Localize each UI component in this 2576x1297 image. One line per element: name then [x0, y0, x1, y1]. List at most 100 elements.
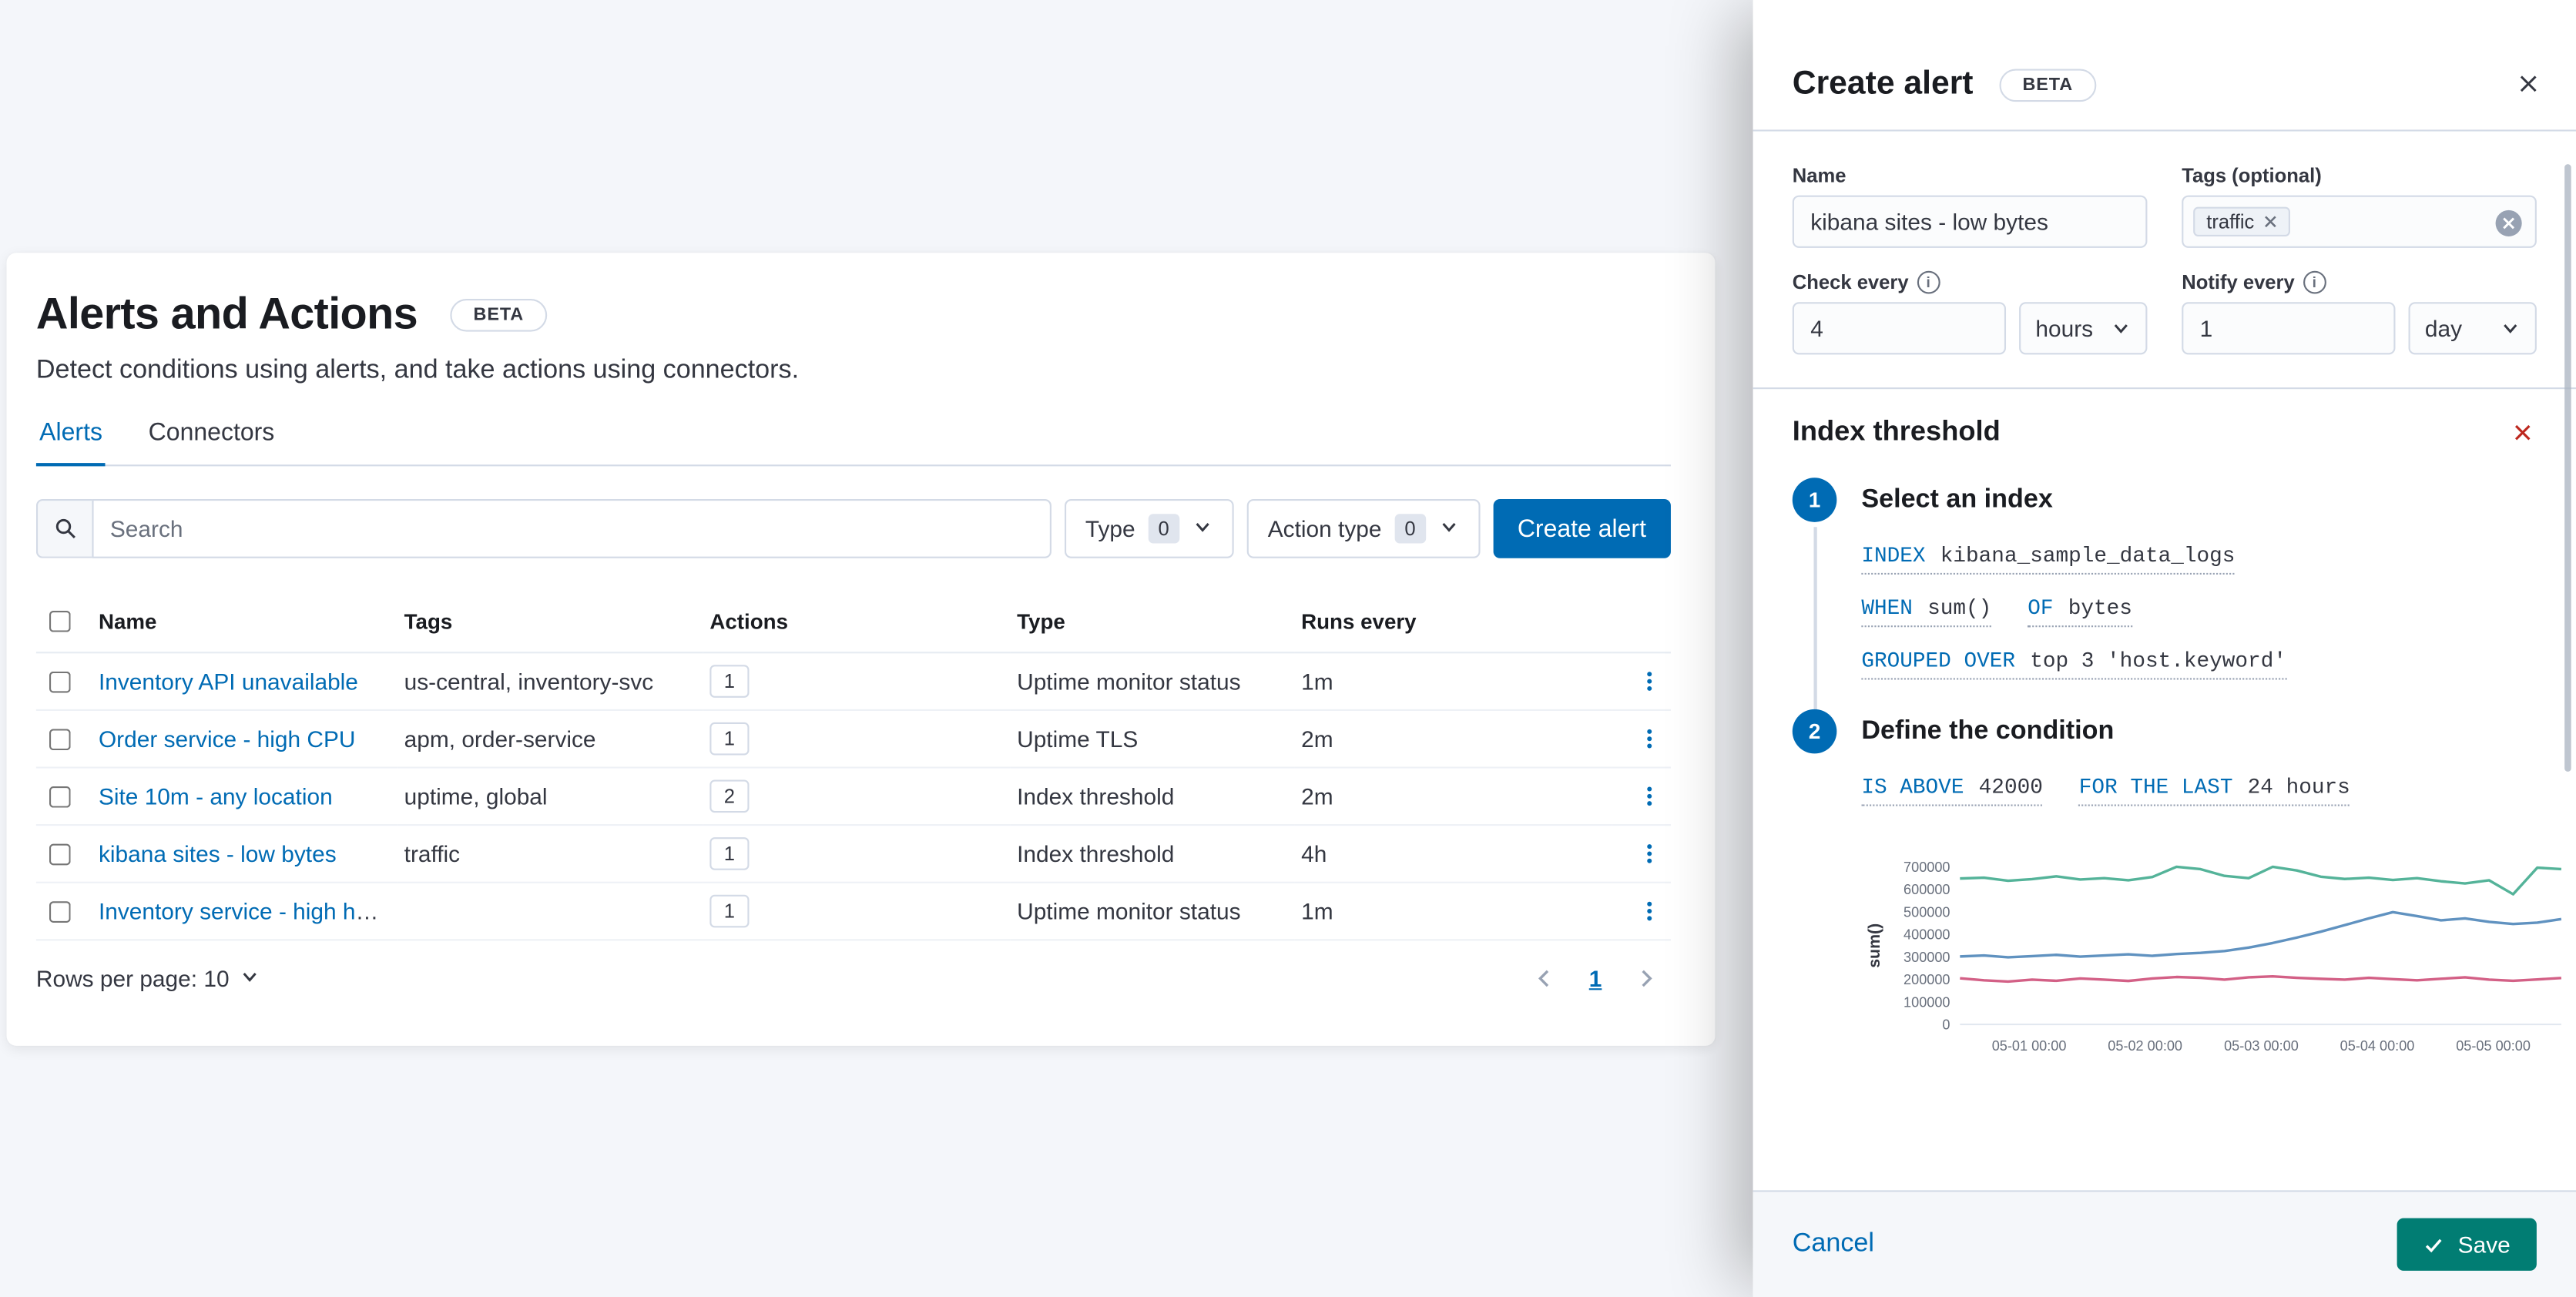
actions-count-badge: 1: [709, 837, 750, 870]
screen: Alerts and Actions BETA Detect condition…: [0, 0, 2576, 1297]
alert-name-link[interactable]: Inventory API unavailable: [99, 669, 358, 695]
svg-text:05-04 00:00: 05-04 00:00: [2340, 1038, 2415, 1054]
cell-tags: uptime, global: [397, 767, 703, 826]
check-every-unit-select[interactable]: hours: [2019, 302, 2148, 355]
rows-per-page-button[interactable]: Rows per page: 10: [36, 965, 259, 991]
pagination: 1: [1533, 965, 1658, 991]
alert-name-link[interactable]: Site 10m - any location: [99, 783, 333, 809]
when-expression[interactable]: WHEN sum(): [1861, 596, 1992, 628]
chevron-down-icon: [2114, 324, 2128, 333]
alert-name-input[interactable]: [1792, 195, 2148, 248]
rows-per-page-label: Rows per page: 10: [35, 965, 230, 992]
flyout-footer: Cancel Save: [1753, 1190, 2576, 1297]
alert-steps: 1 Select an index INDEX kibana_sample_dat…: [1792, 478, 2562, 1098]
grouped-over-expression[interactable]: GROUPED OVER top 3 'host.keyword': [1861, 648, 2286, 680]
of-expression[interactable]: OF bytes: [2028, 596, 2132, 628]
svg-text:05-02 00:00: 05-02 00:00: [2108, 1038, 2182, 1054]
table-row: Inventory service - high heap 1 Uptime mon…: [35, 882, 1671, 941]
row-checkbox[interactable]: [49, 900, 71, 922]
filter-type-count-badge: 0: [1148, 514, 1179, 544]
cell-runs-every: 2m: [1294, 767, 1612, 826]
filter-action-type-count-badge: 0: [1394, 514, 1426, 544]
filter-type-label: Type: [1085, 515, 1135, 542]
search-icon: [35, 499, 92, 558]
svg-text:05-01 00:00: 05-01 00:00: [1992, 1038, 2067, 1054]
info-icon: i: [1917, 270, 1940, 294]
alert-type-title: Index threshold: [1792, 415, 2001, 447]
svg-text:0: 0: [1942, 1017, 1950, 1033]
row-actions-menu-icon[interactable]: [1635, 723, 1664, 752]
row-actions-menu-icon[interactable]: [1635, 896, 1664, 925]
tag-chip[interactable]: traffic: [2193, 206, 2291, 236]
row-checkbox[interactable]: [49, 728, 71, 750]
actions-count-badge: 1: [709, 665, 750, 698]
alert-name-link[interactable]: kibana sites - low bytes: [99, 840, 337, 866]
page-title: Alerts and Actions: [35, 289, 418, 339]
row-actions-menu-icon[interactable]: [1635, 781, 1664, 810]
step-number: 2: [1792, 709, 1837, 754]
close-icon[interactable]: [2514, 69, 2543, 99]
table-row: kibana sites - low bytes traffic 1 Index th…: [35, 825, 1671, 883]
alert-name-link[interactable]: Inventory service - high heap: [99, 898, 394, 924]
create-alert-button[interactable]: Create alert: [1492, 499, 1671, 558]
cell-tags: traffic: [397, 825, 703, 883]
cell-tags: [397, 882, 703, 941]
row-checkbox[interactable]: [49, 785, 71, 807]
row-actions-menu-icon[interactable]: [1635, 838, 1664, 867]
row-actions-menu-icon[interactable]: [1635, 665, 1664, 695]
svg-text:sum(): sum(): [1865, 923, 1883, 968]
page-subtitle: Detect conditions using alerts, and take…: [35, 356, 800, 384]
beta-badge: BETA: [450, 297, 547, 331]
index-expression[interactable]: INDEX kibana_sample_data_logs: [1861, 544, 2236, 575]
save-label: Save: [2457, 1231, 2511, 1258]
row-checkbox[interactable]: [49, 670, 71, 692]
row-checkbox[interactable]: [49, 843, 71, 865]
save-button[interactable]: Save: [2397, 1218, 2537, 1271]
flyout-scrollbar[interactable]: [2564, 164, 2571, 772]
filter-action-type-button[interactable]: Action type 0: [1246, 499, 1480, 558]
header-type: Type: [1010, 591, 1295, 654]
cell-runs-every: 1m: [1294, 652, 1612, 711]
svg-text:200000: 200000: [1903, 972, 1950, 987]
threshold-expression[interactable]: IS ABOVE 42000: [1861, 775, 2043, 806]
cancel-button[interactable]: Cancel: [1793, 1230, 1874, 1259]
check-every-input[interactable]: [1792, 302, 2007, 355]
next-page-icon[interactable]: [1635, 967, 1658, 990]
step-define-condition: 2 Define the condition IS ABOVE 42000 FOR…: [1792, 709, 2562, 1098]
select-all-checkbox[interactable]: [49, 610, 71, 632]
tab-connectors[interactable]: Connectors: [145, 419, 277, 465]
tab-alerts[interactable]: Alerts: [35, 419, 106, 467]
flyout-title: Create alert: [1792, 65, 1974, 102]
svg-text:700000: 700000: [1903, 860, 1950, 875]
time-window-expression[interactable]: FOR THE LAST 24 hours: [2078, 775, 2350, 806]
page-number[interactable]: 1: [1589, 965, 1602, 991]
table-row: Order service - high CPU apm, order-servi…: [35, 709, 1671, 769]
flyout-header: Create alert BETA: [1753, 0, 2576, 132]
filter-type-button[interactable]: Type 0: [1064, 499, 1233, 558]
alert-name-link[interactable]: Order service - high CPU: [99, 726, 356, 752]
beta-badge: BETA: [1999, 68, 2096, 102]
alerts-table: Name Tags Actions Type Runs every Invent…: [35, 591, 1671, 941]
flyout-body: Name Tags (optional) traffic: [1753, 132, 2576, 1191]
search-input[interactable]: [92, 499, 1052, 558]
cell-runs-every: 1m: [1294, 882, 1612, 941]
notify-every-unit-select[interactable]: day: [2408, 302, 2537, 355]
svg-text:05-03 00:00: 05-03 00:00: [2224, 1038, 2299, 1054]
tags-label: Tags (optional): [2182, 164, 2322, 188]
step-title: Select an index: [1861, 485, 2053, 514]
notify-every-input[interactable]: [2182, 302, 2396, 355]
svg-text:100000: 100000: [1903, 994, 1950, 1010]
actions-count-badge: 1: [709, 894, 750, 928]
check-every-unit-value: hours: [2035, 315, 2094, 342]
remove-alert-type-icon[interactable]: [2509, 417, 2537, 445]
tags-combobox[interactable]: traffic: [2182, 195, 2537, 248]
previous-page-icon[interactable]: [1533, 967, 1556, 990]
clear-tags-icon[interactable]: [2495, 209, 2522, 236]
remove-tag-icon: [2265, 216, 2276, 228]
tag-chip-label: traffic: [2206, 209, 2255, 233]
cell-type: Uptime monitor status: [1010, 882, 1295, 941]
chevron-down-icon: [239, 965, 259, 991]
create-alert-flyout: Create alert BETA Name Tags (optional) t…: [1753, 0, 2576, 1297]
svg-text:400000: 400000: [1903, 927, 1950, 942]
header-actions: Actions: [703, 591, 1011, 654]
